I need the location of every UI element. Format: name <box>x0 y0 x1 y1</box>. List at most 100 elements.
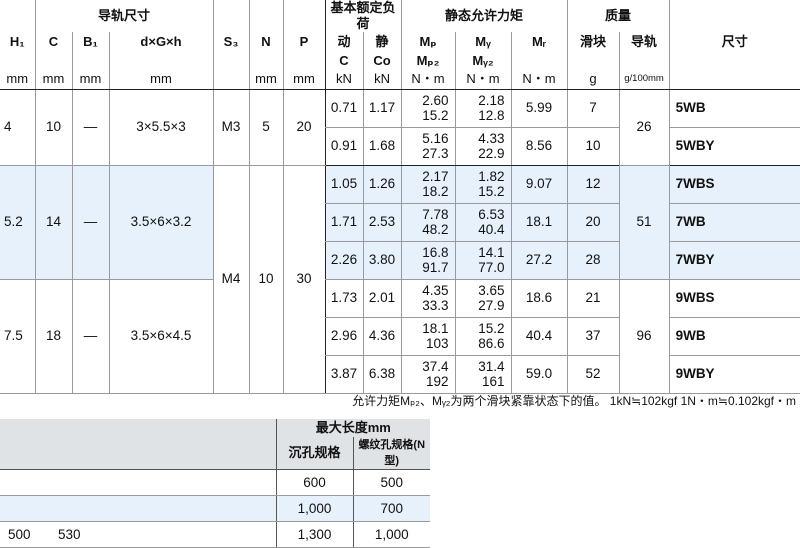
header-mass: 质量 <box>566 0 670 32</box>
col-dgh: d×G×h <box>108 32 213 52</box>
col-b1: B₁ <box>71 32 109 52</box>
header-rail-dims: 导轨尺寸 <box>34 0 213 32</box>
col-mp: Mₚ <box>400 32 456 52</box>
unit-dynamic: kN <box>324 70 363 90</box>
header-blank <box>71 52 109 70</box>
cell-n: 10 <box>248 165 283 394</box>
cell-my: 15.2 86.6 <box>454 317 512 356</box>
unit-rail: g/100mm <box>618 70 670 90</box>
col-counterbore: 沉孔规格 <box>275 437 353 470</box>
cell-static: 1.68 <box>362 127 402 166</box>
cell-mr: 40.4 <box>510 317 568 356</box>
max-length-title: 最大长度mm <box>275 419 430 437</box>
cell-mr: 18.6 <box>510 279 568 318</box>
cell-my-value: 4.33 <box>478 131 505 146</box>
cell-mp2-value: 192 <box>425 374 449 389</box>
col-mr: Mᵣ <box>510 32 568 52</box>
unit-n: mm <box>248 70 283 90</box>
cell-slider-mass: 28 <box>566 241 620 280</box>
cell-rail-mass: 51 <box>618 165 670 280</box>
cell-mp-value: 16.8 <box>422 245 449 260</box>
col-rail: 导轨 <box>618 32 670 52</box>
cell-size: 9WB <box>668 317 800 356</box>
unit-b1: mm <box>71 70 109 90</box>
cell-c: 10 <box>34 89 72 166</box>
cell-h1: 7.5 <box>0 279 35 394</box>
cell-b1: — <box>71 165 109 280</box>
cell-n: 5 <box>248 89 283 166</box>
cell-threaded-length: 1,000 <box>352 521 430 548</box>
cell-my: 14.1 77.0 <box>454 241 512 280</box>
cell-length-a <box>0 495 46 522</box>
unit-slider: g <box>566 70 620 90</box>
cell-rail-mass: 96 <box>618 279 670 394</box>
cell-mp2-value: 91.7 <box>422 260 449 275</box>
cell-dynamic: 0.71 <box>324 89 363 128</box>
unit-static: kN <box>362 70 402 90</box>
cell-size: 5WB <box>668 89 800 128</box>
unit-mr: N・m <box>510 70 568 90</box>
max-length-table: 最大长度mm 沉孔规格 螺纹孔规格(N型) 600 500 1,000 700 … <box>0 419 430 548</box>
col-my2: Mᵧ₂ <box>454 52 512 70</box>
cell-mp2-value: 15.2 <box>422 108 449 123</box>
cell-p: 20 <box>282 89 325 166</box>
cell-mp: 18.1 103 <box>400 317 456 356</box>
header-blank <box>108 52 213 70</box>
cell-dgh: 3×5.5×3 <box>108 89 213 166</box>
cell-my-value: 2.18 <box>478 93 505 108</box>
cell-dynamic: 1.73 <box>324 279 363 318</box>
cell-c: 18 <box>34 279 72 394</box>
header-blank <box>34 52 72 70</box>
cell-my: 2.18 12.8 <box>454 89 512 128</box>
cell-slider-mass: 7 <box>566 89 620 128</box>
cell-static: 1.17 <box>362 89 402 128</box>
cell-mp: 16.8 91.7 <box>400 241 456 280</box>
cell-static: 6.38 <box>362 355 402 394</box>
cell-mr: 18.1 <box>510 203 568 242</box>
unit-mp: N・m <box>400 70 456 90</box>
cell-b1: — <box>71 279 109 394</box>
cell-dgh: 3.5×6×4.5 <box>108 279 213 394</box>
header-blank <box>212 52 249 70</box>
cell-size: 9WBS <box>668 279 800 318</box>
cell-my2-value: 40.4 <box>478 222 505 237</box>
cell-slider-mass: 12 <box>566 165 620 204</box>
col-n: N <box>248 32 283 52</box>
cell-mp-value: 2.17 <box>422 169 449 184</box>
header-blank <box>618 52 670 70</box>
col-c: C <box>34 32 72 52</box>
header-blank <box>248 52 283 70</box>
col-slider: 滑块 <box>566 32 620 52</box>
cell-my2-value: 86.6 <box>478 336 505 351</box>
cell-slider-mass: 37 <box>566 317 620 356</box>
header-static-moment: 静态允许力矩 <box>400 0 568 32</box>
cell-counterbore-length: 1,000 <box>275 495 353 522</box>
col-p: P <box>282 32 325 52</box>
cell-static: 1.26 <box>362 165 402 204</box>
cell-slider-mass: 10 <box>566 127 620 166</box>
header-blank <box>282 0 325 32</box>
cell-my-value: 15.2 <box>478 321 505 336</box>
cell-slider-mass: 20 <box>566 203 620 242</box>
cell-my2-value: 12.8 <box>478 108 505 123</box>
cell-length-a: 500 <box>0 521 46 548</box>
col-h1: H₁ <box>9 34 25 49</box>
cell-size: 7WBS <box>668 165 800 204</box>
cell-length-b: 530 <box>46 521 276 548</box>
cell-mr: 59.0 <box>510 355 568 394</box>
header-basic-load: 基本额定负荷 <box>324 0 402 32</box>
cell-my2-value: 27.9 <box>478 298 505 313</box>
col-threaded-hole: 螺纹孔规格(N型) <box>352 437 430 470</box>
unit-dgh: mm <box>108 70 213 90</box>
header-blank <box>0 437 276 470</box>
col-dynamic-symbol: C <box>324 52 363 70</box>
cell-my-value: 3.65 <box>478 283 505 298</box>
cell-p: 30 <box>282 165 325 394</box>
cell-size: 7WBY <box>668 241 800 280</box>
cell-slider-mass: 52 <box>566 355 620 394</box>
cell-my-value: 1.82 <box>478 169 505 184</box>
cell-my: 6.53 40.4 <box>454 203 512 242</box>
header-blank <box>566 52 620 70</box>
cell-mp: 5.16 27.3 <box>400 127 456 166</box>
cell-mp: 7.78 48.2 <box>400 203 456 242</box>
